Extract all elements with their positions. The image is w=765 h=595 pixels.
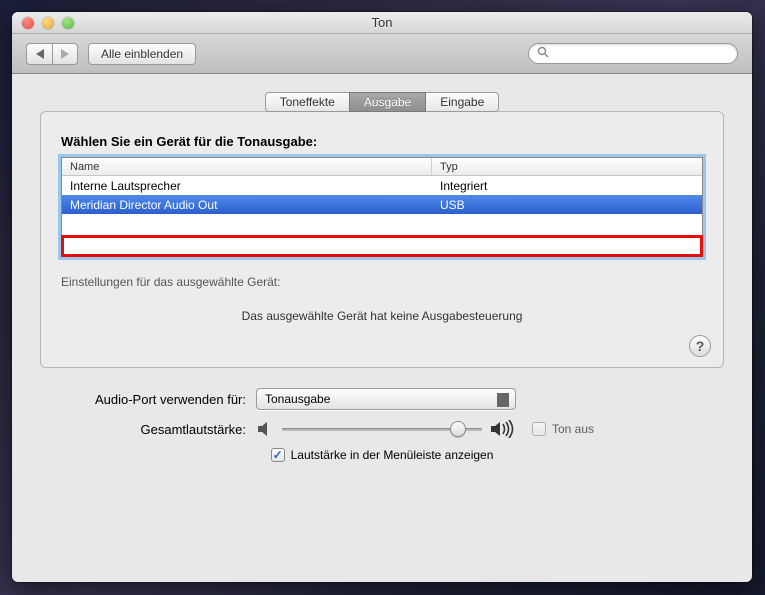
mute-checkbox[interactable]: Ton aus (532, 422, 594, 436)
window-title: Ton (12, 15, 752, 30)
popup-arrows-icon (499, 395, 507, 404)
volume-slider[interactable] (282, 421, 482, 437)
menubar-label: Lautstärke in der Menüleiste anzeigen (291, 448, 494, 462)
bottom-controls: Audio-Port verwenden für: Tonausgabe Ges… (12, 378, 752, 462)
slider-thumb[interactable] (450, 421, 466, 437)
speaker-max-icon (490, 420, 514, 438)
speaker-min-icon (256, 421, 274, 437)
search-icon (537, 46, 549, 61)
device-type: Integriert (432, 176, 702, 195)
device-name: Interne Lautsprecher (62, 176, 432, 195)
tab-output[interactable]: Ausgabe (349, 92, 426, 112)
output-prompt: Wählen Sie ein Gerät für die Tonausgabe: (61, 134, 703, 149)
column-type[interactable]: Typ (432, 158, 702, 175)
content-area: Toneffekte Ausgabe Eingabe Wählen Sie ei… (12, 74, 752, 378)
help-button[interactable]: ? (689, 335, 711, 357)
toolbar: Alle einblenden (12, 34, 752, 74)
no-output-controls-text: Das ausgewählte Gerät hat keine Ausgabes… (61, 309, 703, 323)
audio-port-label: Audio-Port verwenden für: (40, 392, 256, 407)
nav-segment (26, 43, 78, 65)
mute-label: Ton aus (552, 422, 594, 436)
device-row[interactable]: Interne Lautsprecher Integriert (62, 176, 702, 195)
device-row[interactable]: Meridian Director Audio Out USB (62, 195, 702, 214)
column-name[interactable]: Name (62, 158, 432, 175)
device-list-header: Name Typ (62, 158, 702, 176)
minimize-button[interactable] (42, 17, 54, 29)
device-name: Meridian Director Audio Out (62, 195, 432, 214)
output-groupbox: Wählen Sie ein Gerät für die Tonausgabe:… (40, 111, 724, 368)
sound-preferences-window: Ton Alle einblenden Toneffekte Ausgabe E… (12, 12, 752, 582)
show-all-label: Alle einblenden (101, 47, 183, 61)
forward-button[interactable] (52, 43, 78, 65)
show-in-menubar-checkbox[interactable]: Lautstärke in der Menüleiste anzeigen (271, 448, 494, 462)
window-controls (12, 17, 74, 29)
titlebar: Ton (12, 12, 752, 34)
zoom-button[interactable] (62, 17, 74, 29)
show-all-button[interactable]: Alle einblenden (88, 43, 196, 65)
tab-sound-effects[interactable]: Toneffekte (265, 92, 349, 112)
audio-port-popup[interactable]: Tonausgabe (256, 388, 516, 410)
search-field[interactable] (528, 43, 738, 64)
audio-port-value: Tonausgabe (265, 392, 330, 406)
checkbox-box (532, 422, 546, 436)
device-type: USB (432, 195, 702, 214)
tab-bar: Toneffekte Ausgabe Eingabe (40, 92, 724, 112)
volume-label: Gesamtlautstärke: (40, 422, 256, 437)
back-button[interactable] (26, 43, 52, 65)
tab-input[interactable]: Eingabe (426, 92, 499, 112)
device-settings-label: Einstellungen für das ausgewählte Gerät: (61, 275, 703, 289)
search-input[interactable] (555, 47, 729, 61)
close-button[interactable] (22, 17, 34, 29)
checkbox-box (271, 448, 285, 462)
device-list[interactable]: Name Typ Interne Lautsprecher Integriert… (61, 157, 703, 257)
help-icon: ? (696, 338, 705, 354)
